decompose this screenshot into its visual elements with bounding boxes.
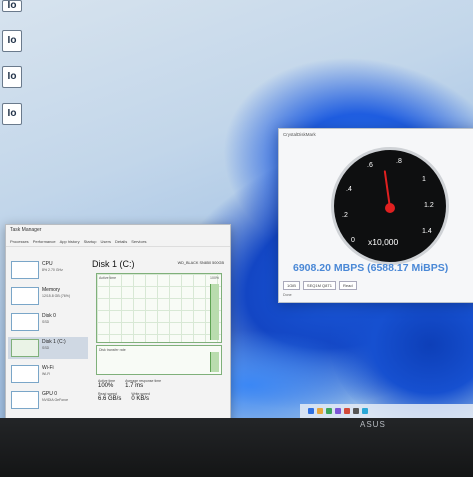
mini-graph: [11, 339, 39, 357]
active-time-graph: Active time 100%: [96, 273, 222, 343]
gauge-multiplier: x10,000: [368, 237, 399, 247]
mini-graph: [11, 391, 39, 409]
gauge-tick: .8: [396, 158, 402, 165]
gauge-hub: [385, 203, 395, 213]
monitor-brand-logo: ASUS: [360, 420, 386, 429]
graph-pct: 100%: [210, 276, 219, 280]
sidebar-item-disk0[interactable]: Disk 0 SSD: [8, 311, 88, 333]
tab-processes[interactable]: Processes: [10, 239, 29, 244]
tab-app-history[interactable]: App history: [60, 239, 80, 244]
status-text: Done: [283, 293, 292, 297]
transfer-fill: [210, 352, 219, 372]
folder-icon[interactable]: [317, 408, 323, 414]
desktop-app-icon[interactable]: Io: [2, 0, 22, 12]
speed-window-title: CrystalDiskMark: [283, 132, 316, 137]
sidebar-item-sub: SSD: [42, 320, 50, 324]
taskbar: [300, 404, 473, 418]
window-title: Task Manager: [10, 227, 42, 233]
app-icon[interactable]: [326, 408, 332, 414]
desktop-app-icon[interactable]: Io: [2, 66, 22, 88]
app-icon[interactable]: [335, 408, 341, 414]
activity-fill: [210, 284, 219, 340]
mini-graph: [11, 365, 39, 383]
gauge-tick: 1.2: [424, 202, 434, 209]
speed-gauge: .6 .8 .4 1 .2 1.2 0 1.4 x10,000: [331, 147, 449, 265]
disk-stats: Active time 100% Average response time 1.7…: [98, 379, 218, 402]
tab-performance[interactable]: Performance: [33, 239, 56, 244]
sidebar-item-sub: 8% 2.70 GHz: [42, 268, 63, 272]
gauge-tick: .2: [342, 212, 348, 219]
tab-users[interactable]: Users: [101, 239, 111, 244]
sidebar-item-label: GPU 0: [42, 391, 58, 397]
speed-controls: 1GiB SEQ1M Q8T1 Read: [283, 281, 357, 290]
sidebar-item-sub: Wi-Fi: [42, 372, 51, 376]
sidebar-item-sub: NVIDIA GeForce: [42, 398, 69, 402]
tab-details[interactable]: Details: [115, 239, 127, 244]
sidebar-item-disk1[interactable]: Disk 1 (C:) SSD: [8, 337, 88, 359]
monitor-bezel: [0, 418, 473, 477]
graph-label: Active time: [99, 276, 117, 280]
desktop-app-icon[interactable]: Io: [2, 30, 22, 52]
perf-main: Disk 1 (C:) WD_BLACK SN850 500GB Active …: [92, 259, 226, 435]
stat-value: 100%: [98, 383, 114, 389]
gauge-tick: .6: [367, 162, 373, 169]
transfer-rate-graph: Disk transfer rate: [96, 345, 222, 375]
app-icon[interactable]: [344, 408, 350, 414]
sidebar-item-label: Wi-Fi: [42, 365, 54, 371]
mini-graph: [11, 313, 39, 331]
sidebar-item-label: Disk 1 (C:): [42, 339, 66, 345]
mini-graph: [11, 261, 39, 279]
stat-value: 6.6 GB/s: [98, 396, 122, 402]
speed-test-window[interactable]: CrystalDiskMark .6 .8 .4 1 .2 1.2 0 1.4 …: [278, 128, 473, 303]
tab-services[interactable]: Services: [131, 239, 146, 244]
app-icon[interactable]: [353, 408, 359, 414]
gauge-tick: 0: [351, 237, 355, 244]
stat-value: 1.7 ms: [125, 383, 144, 389]
test-select[interactable]: Read: [339, 281, 357, 290]
sidebar-item-sub: 12/15.8 GB (76%): [42, 294, 71, 298]
tab-bar: Processes Performance App history Startu…: [6, 239, 230, 247]
sidebar-item-gpu[interactable]: GPU 0 NVIDIA GeForce: [8, 389, 88, 411]
perf-sidebar: CPU 8% 2.70 GHz Memory 12/15.8 GB (76%) Di…: [8, 259, 88, 429]
graph-label: Disk transfer rate: [99, 348, 126, 352]
size-select[interactable]: 1GiB: [283, 281, 300, 290]
sidebar-item-label: CPU: [42, 261, 53, 267]
mode-select[interactable]: SEQ1M Q8T1: [302, 281, 337, 290]
desktop-app-icon[interactable]: Io: [2, 103, 22, 125]
stat-value: 0 KB/s: [131, 396, 150, 402]
sidebar-item-label: Memory: [42, 287, 61, 293]
gauge-tick: 1: [422, 176, 426, 183]
sidebar-item-memory[interactable]: Memory 12/15.8 GB (76%): [8, 285, 88, 307]
tab-startup[interactable]: Startup: [84, 239, 97, 244]
sidebar-item-label: Disk 0: [42, 313, 56, 319]
gauge-tick: .4: [346, 186, 352, 193]
sidebar-item-sub: SSD: [42, 346, 50, 350]
task-manager-window[interactable]: Task Manager Processes Performance App h…: [5, 224, 231, 440]
start-icon[interactable]: [308, 408, 314, 414]
sidebar-item-wifi[interactable]: Wi-Fi Wi-Fi: [8, 363, 88, 385]
gauge-tick: 1.4: [422, 228, 432, 235]
mini-graph: [11, 287, 39, 305]
sidebar-item-cpu[interactable]: CPU 8% 2.70 GHz: [8, 259, 88, 281]
disk-model: WD_BLACK SN850 500GB: [177, 261, 224, 265]
speed-readout: 6908.20 MBPS (6588.17 MiBPS): [293, 262, 449, 274]
app-icon[interactable]: [362, 408, 368, 414]
